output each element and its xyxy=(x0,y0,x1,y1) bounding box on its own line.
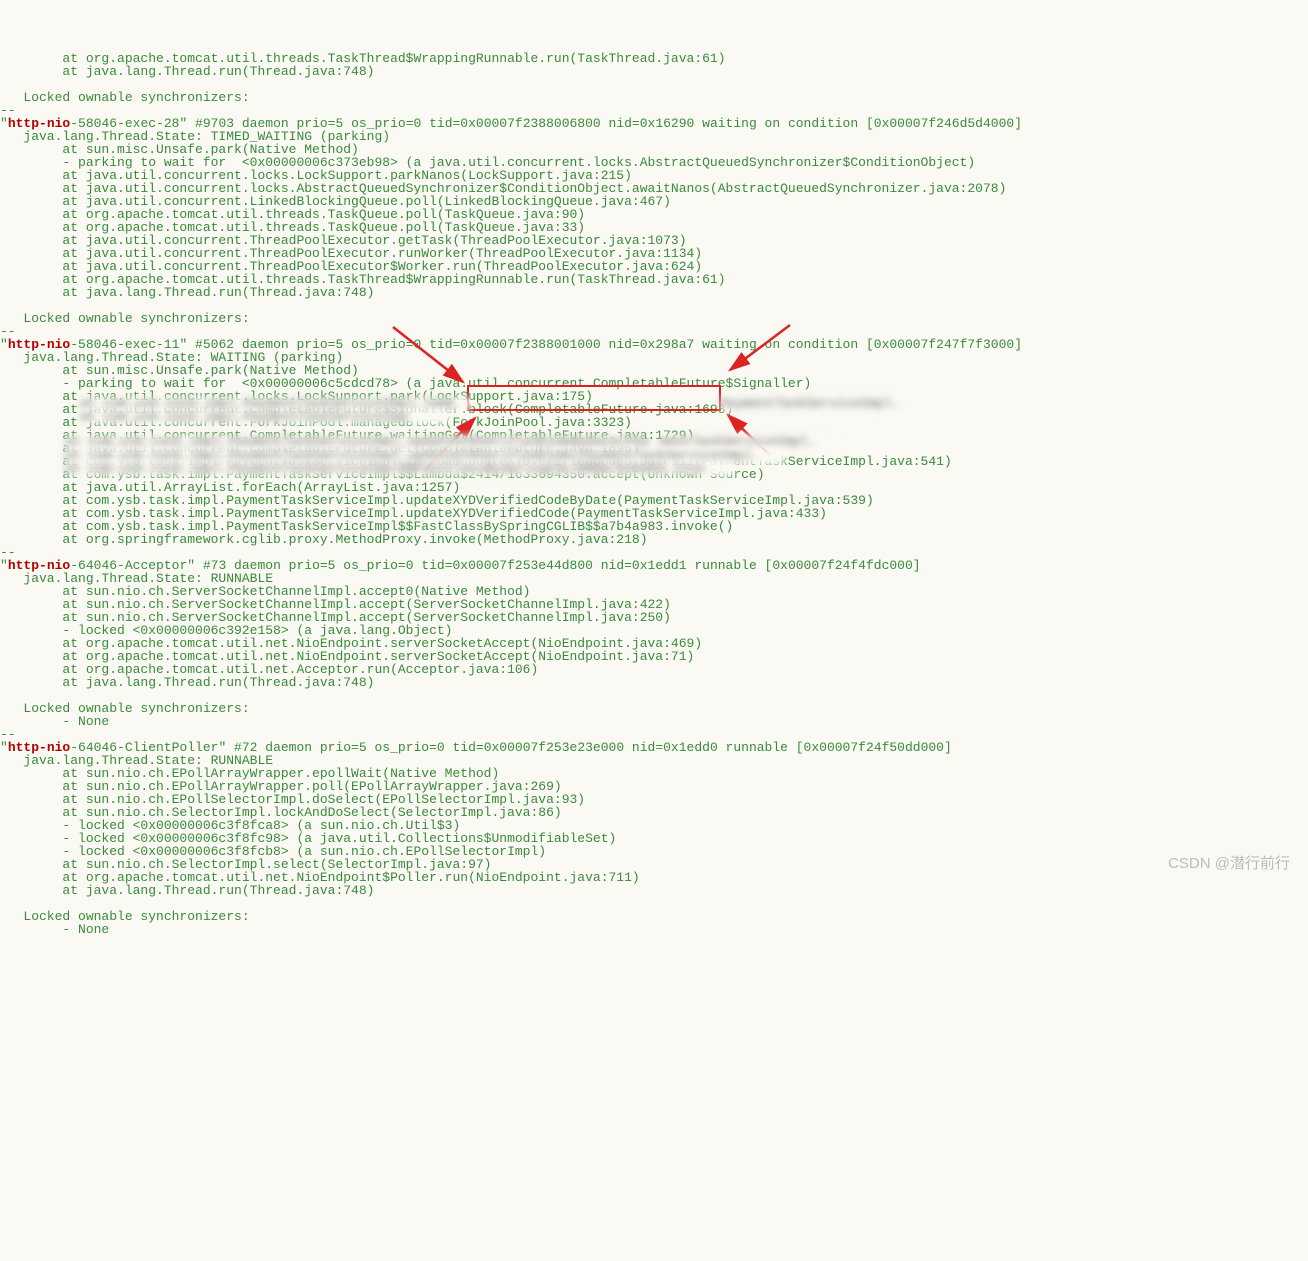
thread-dump-trace: at org.apache.tomcat.util.threads.TaskTh… xyxy=(0,52,1308,936)
blur-region-5: at com.ysb.task.impl.PaymentTaskServiceI… xyxy=(65,462,735,476)
watermark: CSDN @潜行前行 xyxy=(1168,856,1290,871)
blur-region-1b: PaymentTaskServiceImpl. xyxy=(720,397,900,411)
blur-region-2: at com.ysb.task.impl.PaymentTaskServiceI… xyxy=(80,410,450,424)
